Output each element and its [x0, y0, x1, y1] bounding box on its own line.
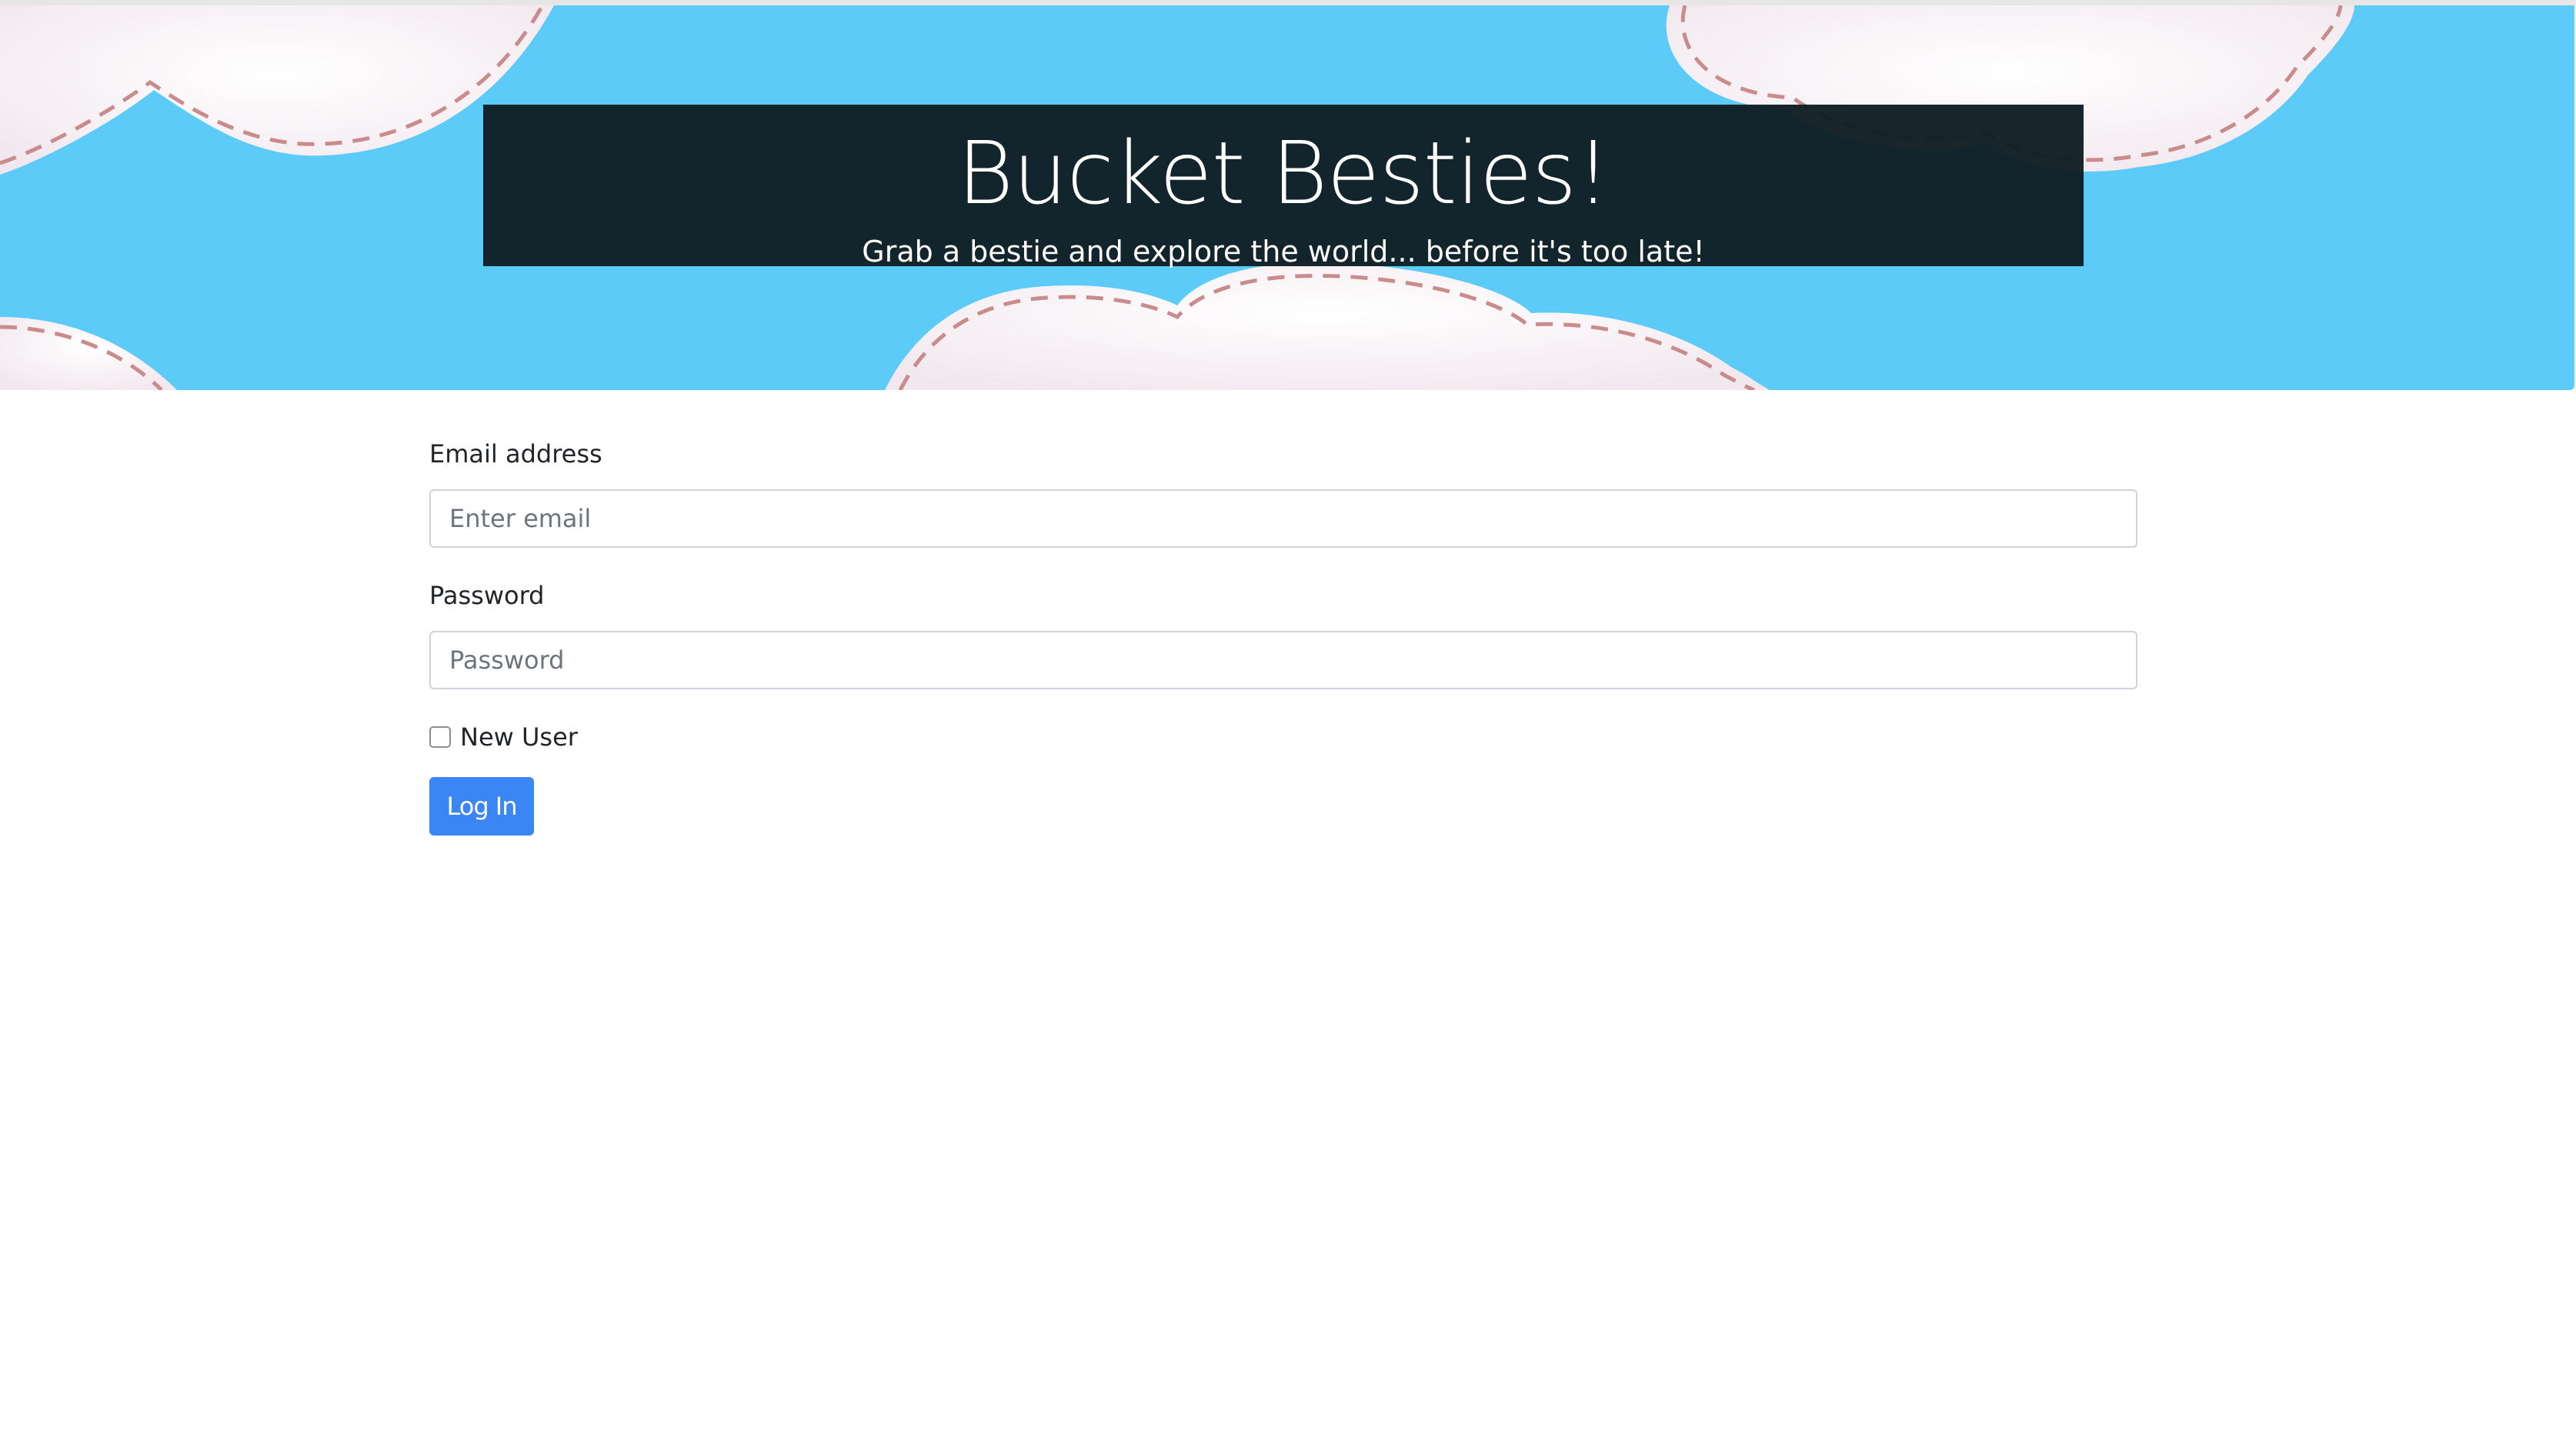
email-input[interactable]: [429, 489, 2137, 548]
new-user-label[interactable]: New User: [460, 722, 578, 752]
login-form: Email address Password New User Log In: [429, 437, 2137, 836]
new-user-row: New User: [429, 720, 2137, 754]
new-user-checkbox[interactable]: [429, 726, 451, 748]
login-button[interactable]: Log In: [429, 777, 534, 836]
header-hero: Bucket Besties! Grab a bestie and explor…: [0, 5, 2574, 390]
browser-top-edge: [0, 0, 2576, 5]
password-input[interactable]: [429, 631, 2137, 689]
page-subtitle: Grab a bestie and explore the world... b…: [862, 235, 1705, 269]
password-label: Password: [429, 581, 545, 610]
page-title: Bucket Besties!: [957, 124, 1610, 224]
title-banner: Bucket Besties! Grab a bestie and explor…: [483, 105, 2084, 269]
email-label: Email address: [429, 439, 602, 469]
